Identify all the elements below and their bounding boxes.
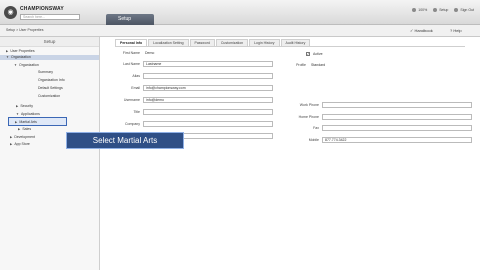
- username-field[interactable]: info@demo: [143, 97, 273, 103]
- sidebar-item-app-store[interactable]: ▶ App Store: [10, 142, 30, 146]
- brand-logo-icon[interactable]: ◉: [4, 6, 17, 19]
- alias-field[interactable]: [143, 73, 273, 79]
- sidebar-item-customization[interactable]: Customization: [38, 94, 60, 98]
- title-label: Title: [133, 110, 140, 114]
- brand-name: CHAMPIONSWAY: [20, 6, 64, 12]
- tab-login-history[interactable]: Login History: [249, 39, 280, 46]
- first-name-value: Demo: [145, 51, 155, 55]
- active-checkbox[interactable]: ✓: [306, 52, 310, 56]
- company-label: Company: [125, 122, 140, 126]
- tab-divider: [115, 46, 465, 47]
- home-phone-field[interactable]: [322, 114, 472, 120]
- profile-value: Standard: [311, 63, 326, 67]
- sidebar-item-development[interactable]: ▶ Development: [10, 135, 35, 139]
- main-panel: Personal Info Localization Setting Passw…: [101, 37, 480, 270]
- gear-icon: [433, 8, 438, 12]
- tab-setup[interactable]: Setup: [106, 14, 154, 25]
- profile-label: Profile: [296, 63, 306, 67]
- work-phone-field[interactable]: [322, 102, 472, 108]
- top-right-controls: 100% Setup Sign Out: [412, 8, 474, 12]
- last-name-label: Last Name: [123, 62, 140, 66]
- signout-link[interactable]: Sign Out: [454, 8, 474, 12]
- username-label: Username: [123, 98, 140, 102]
- email-label: Email: [131, 86, 140, 90]
- zoom-icon: [412, 8, 417, 12]
- work-phone-label: Work Phone: [299, 103, 319, 107]
- tab-localization-setting[interactable]: Localization Setting: [148, 39, 189, 46]
- sidebar-item-security[interactable]: ▶ Security: [16, 104, 33, 108]
- chevron-right-icon: ▶: [10, 135, 13, 139]
- sidebar-item-organization-group[interactable]: ▼ Organization: [0, 55, 99, 60]
- tab-bar: Personal Info Localization Setting Passw…: [115, 39, 311, 46]
- sidebar-item-organization[interactable]: ▼ Organization: [14, 63, 39, 67]
- tab-personal-info[interactable]: Personal Info: [115, 39, 148, 46]
- sidebar-item-summary[interactable]: Summary: [38, 70, 53, 74]
- title-field[interactable]: [143, 109, 273, 115]
- sidebar-title: Setup: [0, 37, 99, 47]
- chevron-down-icon: ▼: [16, 112, 19, 116]
- handbook-button[interactable]: ✓ Handbook: [410, 28, 433, 33]
- chevron-down-icon: ▼: [14, 63, 17, 67]
- mobile-field[interactable]: 877.774.3422: [322, 137, 472, 143]
- company-field[interactable]: [143, 121, 273, 127]
- chevron-right-icon: ▶: [15, 120, 18, 124]
- sidebar-item-default-settings[interactable]: Default Settings: [38, 86, 63, 90]
- chevron-right-icon: ▶: [18, 127, 21, 131]
- sidebar-item-organization-info[interactable]: Organization Info: [38, 78, 65, 82]
- fax-label: Fax: [313, 126, 319, 130]
- signout-icon: [454, 8, 459, 12]
- sub-bar: Setup > User Properties ✓ Handbook ? Hel…: [0, 25, 480, 37]
- sidebar-item-martial-arts[interactable]: ▶ Martial Arts: [8, 117, 67, 126]
- help-button[interactable]: ? Help: [450, 28, 462, 33]
- home-phone-label: Home Phone: [298, 115, 319, 119]
- zoom-control[interactable]: 100%: [412, 8, 427, 12]
- breadcrumb[interactable]: Setup > User Properties: [6, 28, 43, 32]
- sidebar-item-applications[interactable]: ▼ Applications: [16, 112, 40, 116]
- top-bar: ◉ CHAMPIONSWAY Search here... Setup 100%…: [0, 0, 480, 25]
- sidebar: Setup ▶ User Properties ▼ Organization ▼ Or…: [0, 37, 100, 270]
- email-field[interactable]: info@championsway.com: [143, 85, 273, 91]
- last-name-field[interactable]: Lastname: [143, 61, 273, 67]
- instruction-callout: Select Martial Arts: [66, 132, 184, 149]
- chevron-right-icon: ▶: [16, 104, 19, 108]
- tab-audit-history[interactable]: Audit History: [280, 39, 311, 46]
- chevron-right-icon: ▶: [10, 142, 13, 146]
- sidebar-item-user-properties[interactable]: ▶ User Properties: [6, 49, 35, 53]
- fax-field[interactable]: [322, 125, 472, 131]
- chevron-right-icon: ▶: [6, 49, 9, 53]
- mobile-label: Mobile: [308, 138, 319, 142]
- alias-label: Alias: [132, 74, 140, 78]
- tab-customization[interactable]: Customization: [215, 39, 249, 46]
- first-name-label: First Name: [122, 51, 140, 55]
- setup-link[interactable]: Setup: [433, 8, 448, 12]
- tab-password[interactable]: Password: [189, 39, 215, 46]
- sidebar-item-sales[interactable]: ▶ Sales: [18, 127, 31, 131]
- active-label: Active: [313, 52, 323, 56]
- chevron-down-icon: ▼: [6, 55, 9, 59]
- search-input[interactable]: Search here...: [20, 14, 80, 20]
